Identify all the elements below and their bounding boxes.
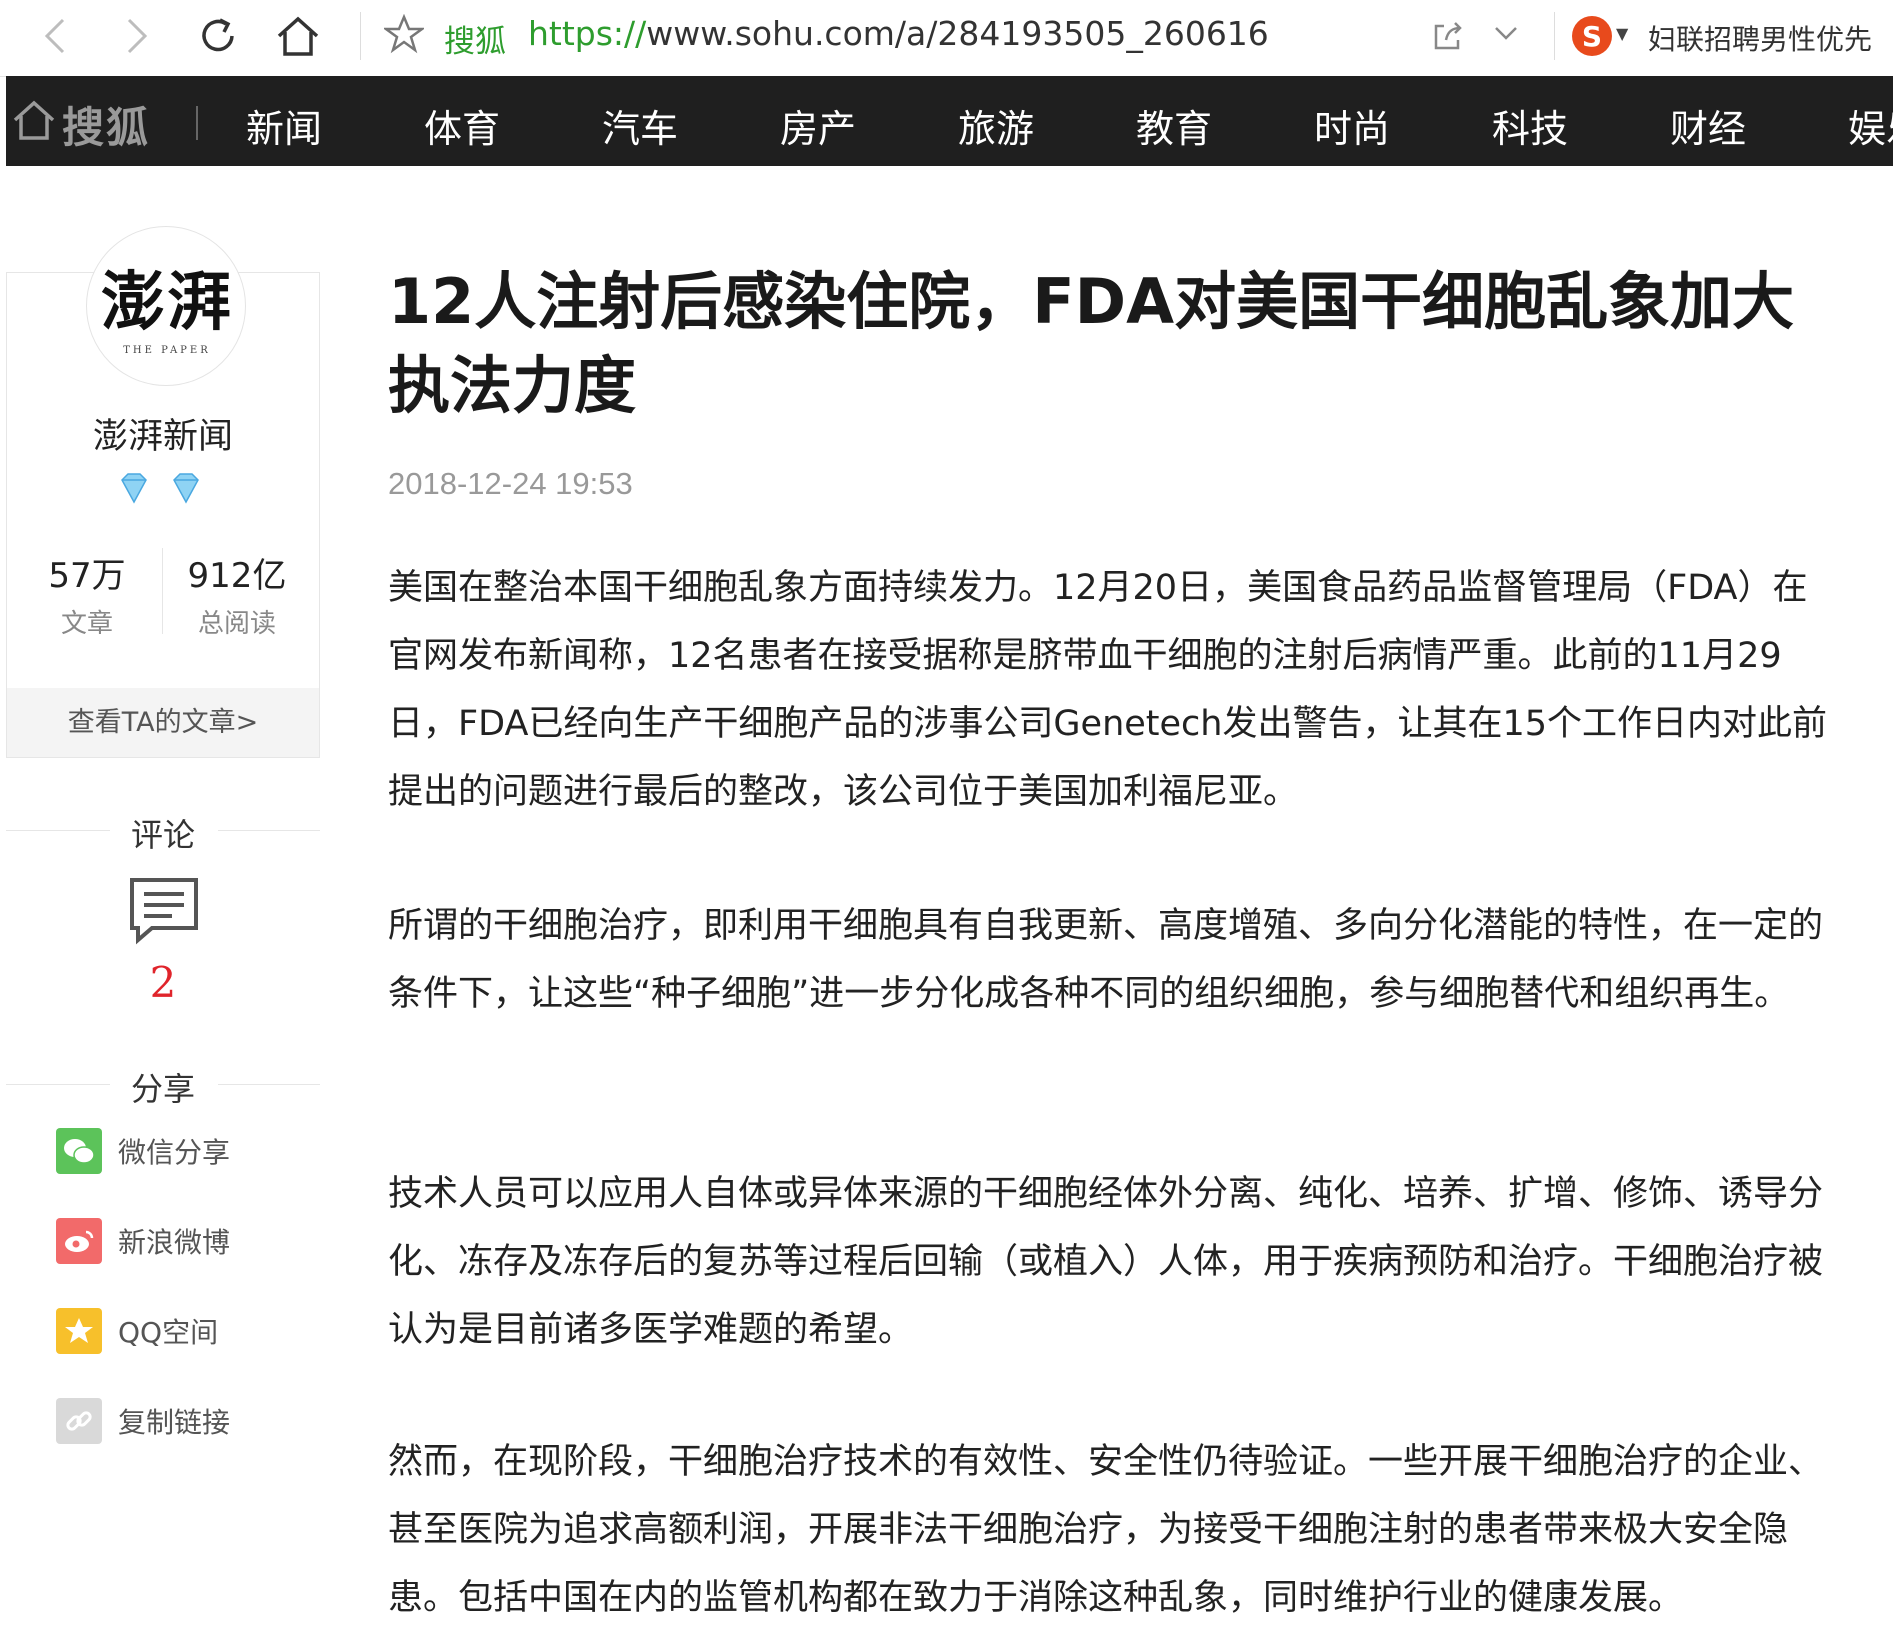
avatar-logo-subtext: THE PAPER [123, 345, 211, 356]
share-weibo-button[interactable]: 新浪微博 [56, 1218, 230, 1264]
forward-icon[interactable] [110, 10, 162, 62]
avatar-logo-text: 澎湃 [101, 265, 233, 340]
home-icon[interactable] [12, 98, 56, 146]
author-name[interactable]: 澎湃新闻 [6, 408, 320, 459]
nav-item-tech[interactable]: 科技 [1492, 98, 1568, 153]
site-nav: 搜狐 新闻 体育 汽车 房产 旅游 教育 时尚 科技 财经 娱乐 [6, 76, 1893, 166]
reads-label: 总阅读 [197, 609, 276, 639]
article-date: 2018-12-24 19:53 [388, 466, 633, 501]
url-protocol: https:// [528, 14, 647, 53]
toolbar-divider [1554, 12, 1555, 60]
share-label: QQ空间 [118, 1316, 219, 1349]
share-icon[interactable] [1430, 18, 1466, 58]
reload-icon[interactable] [192, 10, 244, 62]
share-title: 分享 [130, 1070, 195, 1108]
search-promo-link[interactable]: 妇联招聘男性优先 [1648, 18, 1872, 58]
nav-item-realestate[interactable]: 房产 [780, 98, 856, 153]
weibo-icon [56, 1218, 102, 1264]
caret-down-icon[interactable]: ▼ [1616, 24, 1628, 43]
nav-divider [196, 106, 198, 140]
nav-item-fashion[interactable]: 时尚 [1314, 98, 1390, 153]
share-label: 复制链接 [118, 1406, 231, 1439]
search-engine-icon[interactable]: S [1572, 16, 1612, 56]
articles-count: 57万 [48, 556, 126, 596]
site-label: 搜狐 [444, 24, 506, 60]
share-wechat-button[interactable]: 微信分享 [56, 1128, 230, 1174]
article-paragraph: 所谓的干细胞治疗，即利用干细胞具有自我更新、高度增殖、多向分化潜能的特性，在一定… [388, 906, 1824, 1014]
nav-item-entertainment[interactable]: 娱乐 [1848, 98, 1893, 153]
avatar[interactable]: 澎湃 THE PAPER [86, 226, 246, 386]
article-paragraph: 技术人员可以应用人自体或异体来源的干细胞经体外分离、纯化、培养、扩增、修饰、诱导… [388, 1174, 1824, 1350]
nav-item-news[interactable]: 新闻 [246, 98, 322, 153]
article-title: 12人注射后感染住院，FDA对美国干细胞乱象加大执法力度 [388, 265, 1795, 422]
star-icon[interactable] [382, 13, 426, 58]
nav-item-auto[interactable]: 汽车 [602, 98, 678, 153]
articles-stat: 57万 文章 [12, 548, 162, 640]
share-label: 微信分享 [118, 1136, 231, 1169]
diamond-icon [173, 473, 199, 504]
article-paragraph: 美国在整治本国干细胞乱象方面持续发力。12月20日，美国食品药品监督管理局（FD… [388, 568, 1828, 812]
browser-toolbar: 搜狐 https://www.sohu.com/a/284193505_2606… [0, 0, 1893, 77]
comments-title: 评论 [130, 816, 195, 854]
sohu-logo[interactable]: 搜狐 [62, 94, 150, 155]
link-icon [56, 1398, 102, 1444]
comment-count[interactable]: 2 [6, 958, 320, 1007]
back-icon[interactable] [30, 10, 82, 62]
verified-badges [116, 470, 212, 510]
comment-icon[interactable] [128, 876, 200, 950]
article-paragraph: 然而，在现阶段，干细胞治疗技术的有效性、安全性仍待验证。一些开展干细胞治疗的企业… [388, 1442, 1824, 1618]
nav-item-sports[interactable]: 体育 [424, 98, 500, 153]
url-text: www.sohu.com/a/284193505_260616 [646, 14, 1269, 53]
chevron-down-icon[interactable] [1492, 22, 1520, 50]
reads-stat: 912亿 总阅读 [162, 548, 312, 640]
nav-item-travel[interactable]: 旅游 [958, 98, 1034, 153]
home-icon[interactable] [272, 10, 324, 62]
qzone-icon [56, 1308, 102, 1354]
copy-link-button[interactable]: 复制链接 [56, 1398, 230, 1444]
reads-count: 912亿 [187, 556, 287, 596]
nav-item-finance[interactable]: 财经 [1670, 98, 1746, 153]
toolbar-divider [360, 12, 361, 60]
share-qzone-button[interactable]: QQ空间 [56, 1308, 218, 1354]
share-label: 新浪微博 [118, 1226, 231, 1259]
articles-label: 文章 [60, 609, 113, 639]
address-bar[interactable]: https://www.sohu.com/a/284193505_260616 [528, 14, 1269, 53]
diamond-icon [121, 473, 147, 504]
nav-item-education[interactable]: 教育 [1136, 98, 1212, 153]
wechat-icon [56, 1128, 102, 1174]
view-articles-link[interactable]: 查看TA的文章> [7, 688, 319, 757]
